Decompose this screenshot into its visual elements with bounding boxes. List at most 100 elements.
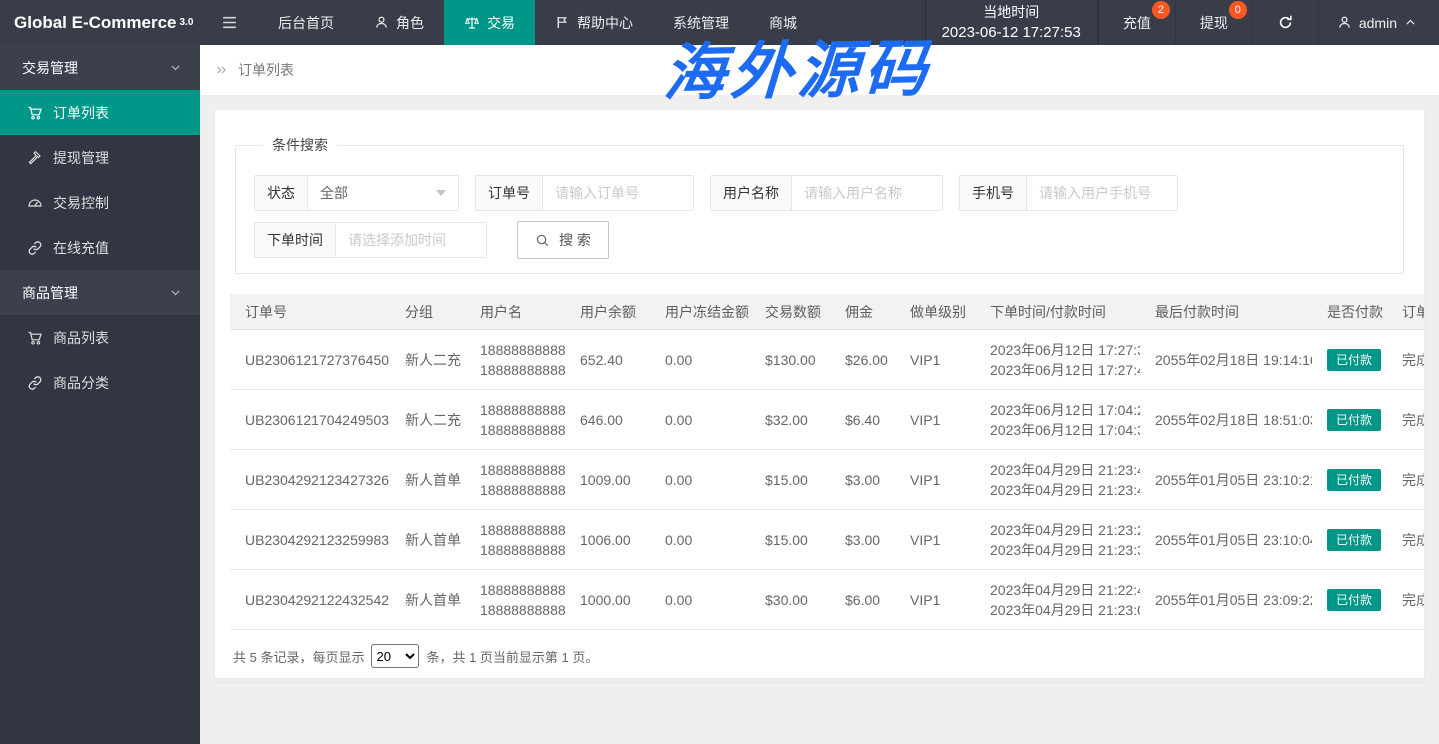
sidebar-item-online-recharge[interactable]: 在线充值: [0, 225, 200, 270]
cell-balance: 1009.00: [565, 450, 650, 510]
withdraw-button[interactable]: 提现 0: [1175, 0, 1252, 45]
table-header-row: 订单号 分组 用户名 用户余额 用户冻结金额 交易数额 佣金 做单级别 下单时间…: [230, 294, 1424, 330]
username-line1: 18888888888: [480, 580, 557, 600]
search-button[interactable]: 搜 索: [517, 221, 609, 259]
cell-username: 1888888888818888888888: [465, 330, 565, 390]
nav-item-mall[interactable]: 商城: [749, 0, 817, 45]
cell-paid: 已付款: [1312, 450, 1387, 510]
nav-item-system[interactable]: 系统管理: [653, 0, 749, 45]
cell-frozen: 0.00: [650, 570, 750, 630]
col-paid: 是否付款: [1312, 294, 1387, 330]
sidebar-item-product-category[interactable]: 商品分类: [0, 360, 200, 405]
nav-label: 系统管理: [673, 13, 729, 33]
nav-item-roles[interactable]: 角色: [354, 0, 444, 45]
top-bar-right: 当地时间 2023-06-12 17:27:53 充值 2 提现 0 admin: [925, 0, 1439, 45]
pagination-suffix: 条，共 1 页当前显示第 1 页。: [426, 647, 598, 666]
cell-group: 新人首单: [390, 450, 465, 510]
sidebar-section-trade-management[interactable]: 交易管理: [0, 45, 200, 90]
search-row-2: 下单时间 搜 索: [254, 221, 1385, 259]
cell-order-no: UB2304292123427326: [230, 450, 390, 510]
order-time: 2023年06月12日 17:04:24: [990, 400, 1132, 420]
cell-order-pay-time: 2023年04月29日 21:23:252023年04月29日 21:23:32: [975, 510, 1140, 570]
cell-group: 新人二充: [390, 330, 465, 390]
sidebar-section-product-management[interactable]: 商品管理: [0, 270, 200, 315]
pagination-prefix: 共 5 条记录，每页显示: [233, 647, 364, 666]
cell-group: 新人二充: [390, 390, 465, 450]
username-line1: 18888888888: [480, 340, 557, 360]
cell-last-pay-time: 2055年01月05日 23:10:04: [1140, 510, 1312, 570]
sidebar-item-label: 商品分类: [53, 373, 109, 393]
cell-order-no: UB2306121704249503: [230, 390, 390, 450]
nav-label: 角色: [396, 13, 424, 33]
pay-time: 2023年06月12日 17:27:44: [990, 360, 1132, 380]
recharge-button[interactable]: 充值 2: [1098, 0, 1175, 45]
double-chevron-right-icon: [215, 63, 229, 77]
sidebar-item-trade-control[interactable]: 交易控制: [0, 180, 200, 225]
cell-commission: $6.40: [830, 390, 895, 450]
phone-input[interactable]: [1026, 175, 1178, 211]
sidebar-item-product-list[interactable]: 商品列表: [0, 315, 200, 360]
nav-item-help-center[interactable]: 帮助中心: [535, 0, 653, 45]
order-time-input[interactable]: [335, 222, 487, 258]
cell-level: VIP1: [895, 390, 975, 450]
orders-table-wrap: 订单号 分组 用户名 用户余额 用户冻结金额 交易数额 佣金 做单级别 下单时间…: [230, 294, 1424, 630]
search-icon: [535, 233, 550, 248]
nav-item-trade[interactable]: 交易: [444, 0, 535, 45]
flag-icon: [555, 15, 570, 30]
pagination: 共 5 条记录，每页显示 20 条，共 1 页当前显示第 1 页。: [233, 644, 1406, 668]
sidebar-item-label: 提现管理: [53, 148, 109, 168]
cell-order-no: UB2306121727376450: [230, 330, 390, 390]
gavel-icon: [27, 150, 43, 166]
content-card: 条件搜索 状态 全部 订单号 用户名称: [215, 110, 1424, 678]
username-group: 用户名称: [710, 175, 943, 211]
order-time-group: 下单时间: [254, 222, 487, 258]
cell-balance: 646.00: [565, 390, 650, 450]
cart-icon: [27, 105, 43, 121]
local-time-value: 2023-06-12 17:27:53: [942, 22, 1081, 43]
sidebar-collapse-button[interactable]: [200, 0, 258, 45]
cell-last-pay-time: 2055年02月18日 18:51:03: [1140, 390, 1312, 450]
cell-order-pay-time: 2023年06月12日 17:27:372023年06月12日 17:27:44: [975, 330, 1140, 390]
order-no-input[interactable]: [542, 175, 694, 211]
table-row: UB2306121727376450 新人二充 1888888888818888…: [230, 330, 1424, 390]
status-select[interactable]: 全部: [307, 175, 459, 211]
cell-username: 1888888888818888888888: [465, 510, 565, 570]
search-row-1: 状态 全部 订单号 用户名称 手机: [254, 175, 1385, 211]
order-no-group: 订单号: [475, 175, 694, 211]
order-time: 2023年04月29日 21:23:25: [990, 520, 1132, 540]
sidebar-item-label: 订单列表: [53, 103, 109, 123]
cell-frozen: 0.00: [650, 390, 750, 450]
col-username: 用户名: [465, 294, 565, 330]
cell-level: VIP1: [895, 450, 975, 510]
cell-last-pay-time: 2055年01月05日 23:09:22: [1140, 570, 1312, 630]
screen: Global E-Commerce 3.0 后台首页 角色 交易 帮助中心: [0, 0, 1439, 744]
admin-menu[interactable]: admin: [1318, 0, 1439, 45]
sidebar-item-withdraw-management[interactable]: 提现管理: [0, 135, 200, 180]
link-icon: [27, 375, 43, 391]
paid-badge: 已付款: [1327, 589, 1381, 611]
paid-badge: 已付款: [1327, 349, 1381, 371]
per-page-select[interactable]: 20: [371, 644, 419, 668]
col-status: 订单状态: [1387, 294, 1424, 330]
nav-label: 后台首页: [278, 13, 334, 33]
cell-status: 完成付款: [1387, 450, 1424, 510]
col-order-pay-time: 下单时间/付款时间: [975, 294, 1140, 330]
cell-paid: 已付款: [1312, 570, 1387, 630]
top-nav: 后台首页 角色 交易 帮助中心 系统管理 商城: [258, 0, 817, 45]
sidebar-item-order-list[interactable]: 订单列表: [0, 90, 200, 135]
cell-username: 1888888888818888888888: [465, 450, 565, 510]
nav-item-dashboard[interactable]: 后台首页: [258, 0, 354, 45]
chevron-down-icon: [169, 61, 182, 74]
pay-time: 2023年04月29日 21:23:05: [990, 600, 1132, 620]
admin-username: admin: [1359, 15, 1397, 31]
withdraw-label: 提现: [1200, 13, 1228, 33]
cell-order-no: UB2304292122432542: [230, 570, 390, 630]
cell-amount: $15.00: [750, 510, 830, 570]
local-time-label: 当地时间: [983, 2, 1039, 22]
cell-amount: $130.00: [750, 330, 830, 390]
col-frozen: 用户冻结金额: [650, 294, 750, 330]
username-input[interactable]: [791, 175, 943, 211]
refresh-button[interactable]: [1252, 0, 1318, 45]
brand-logo: Global E-Commerce 3.0: [0, 0, 200, 45]
cell-paid: 已付款: [1312, 390, 1387, 450]
